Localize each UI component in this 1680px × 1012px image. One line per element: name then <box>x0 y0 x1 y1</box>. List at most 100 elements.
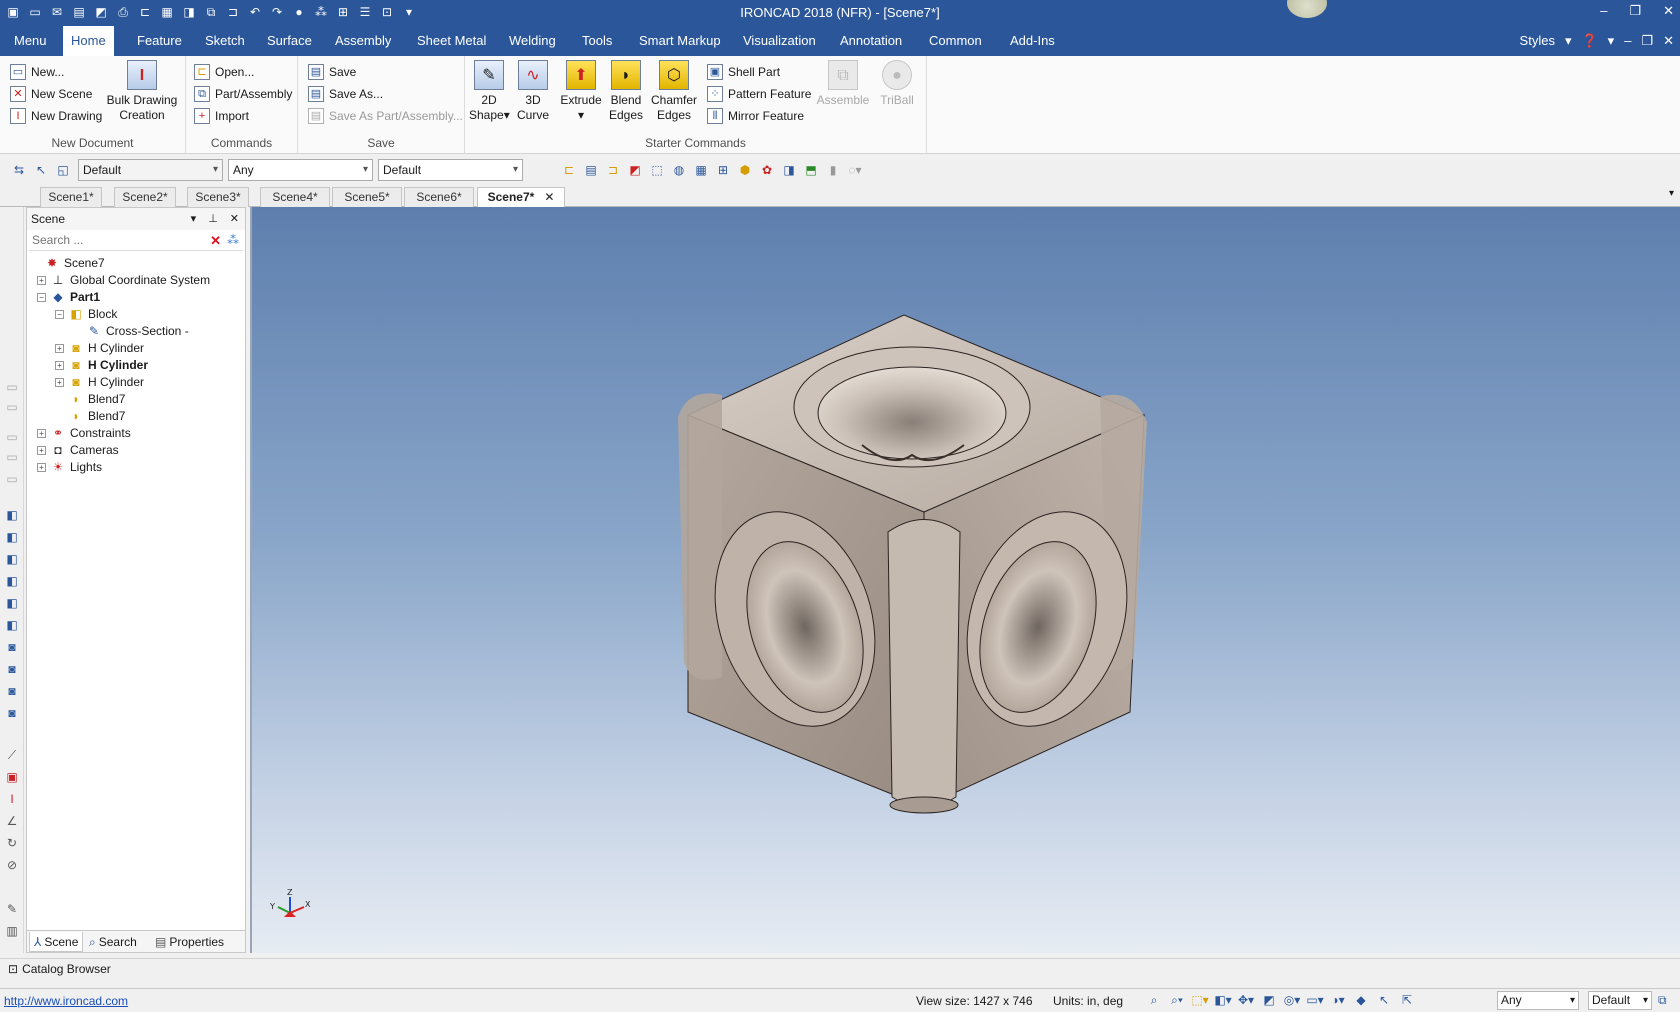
status-style-combo[interactable]: Default <box>1588 991 1652 1010</box>
lighting-icon[interactable]: ◑▾ <box>1330 992 1346 1008</box>
block-shape-icon[interactable]: ◧ <box>4 507 20 523</box>
tab-common[interactable]: Common <box>921 26 990 56</box>
zoom-icon[interactable]: ⌕▾ <box>1169 992 1185 1008</box>
pen-icon[interactable]: ✎ <box>4 901 20 917</box>
orbit-icon[interactable]: ⬚▾ <box>1191 992 1208 1008</box>
shaded-icon[interactable]: ◩ <box>1261 992 1277 1008</box>
dropdown-icon[interactable]: ▾ <box>1565 26 1572 56</box>
save-as-part-assembly-button[interactable]: ▤ Save As Part/Assembly... <box>308 106 463 126</box>
expand-icon[interactable]: + <box>55 360 64 370</box>
close-icon[interactable]: ✕ <box>1663 3 1674 19</box>
more-tools-icon[interactable]: ◌▾ <box>846 161 864 179</box>
selection-filter-combo[interactable]: Any <box>228 159 373 181</box>
cylinder-icon[interactable]: ▮ <box>824 161 842 179</box>
shell-part-button[interactable]: ▣ Shell Part <box>707 62 780 82</box>
pin-icon[interactable]: ⊥ <box>208 208 218 230</box>
blend-edges-button[interactable]: ◗ Blend Edges <box>606 60 646 123</box>
new-button[interactable]: ▭ New... <box>10 62 64 82</box>
extrude-button[interactable]: ⬆ Extrude ▾ <box>559 60 603 123</box>
block-shape-icon[interactable]: ◧ <box>4 595 20 611</box>
tab-scene-panel[interactable]: ⅄ Scene <box>29 932 84 952</box>
tab-assembly[interactable]: Assembly <box>327 26 399 56</box>
tab-scene7[interactable]: Scene7* ✕ <box>477 187 565 207</box>
clear-search-icon[interactable]: ✕ <box>210 233 221 249</box>
tab-properties-panel[interactable]: ▤ Properties <box>151 932 228 952</box>
styles-menu[interactable]: Styles <box>1520 26 1555 56</box>
collapse-icon[interactable]: − <box>55 309 64 319</box>
scene-search-input[interactable] <box>29 231 199 249</box>
mirror-feature-button[interactable]: ⫴ Mirror Feature <box>707 106 804 126</box>
tab-feature[interactable]: Feature <box>129 26 190 56</box>
color-icon[interactable]: ✿ <box>758 161 776 179</box>
rotate-icon[interactable]: ↻ <box>4 835 20 851</box>
tree-item-cameras[interactable]: + ◘ Cameras <box>37 441 119 459</box>
tab-scene6[interactable]: Scene6* <box>404 187 474 207</box>
panel-close-icon[interactable]: ✕ <box>230 208 239 230</box>
tree-item-block[interactable]: − ◧ Block <box>55 305 117 323</box>
block-shape-icon[interactable]: ◧ <box>4 551 20 567</box>
tree-item-h-cylinder[interactable]: + ◙ H Cylinder <box>55 339 144 357</box>
new-drawing-button[interactable]: I New Drawing <box>10 106 102 126</box>
search-options-icon[interactable]: ⁂ <box>227 233 239 247</box>
tab-scene3[interactable]: Scene3* <box>187 187 249 207</box>
tab-search-panel[interactable]: ⌕ Search <box>85 932 141 952</box>
catalog-icon[interactable]: ⬢ <box>736 161 754 179</box>
expand-icon[interactable]: + <box>37 275 46 285</box>
drawing-view-icon[interactable]: I <box>4 791 20 807</box>
tab-sketch[interactable]: Sketch <box>197 26 253 56</box>
tool-icon-4[interactable]: ▭ <box>4 449 20 465</box>
tab-scene5[interactable]: Scene5* <box>332 187 402 207</box>
tab-scene1[interactable]: Scene1* <box>40 187 102 207</box>
open-button[interactable]: ⊏ Open... <box>194 62 254 82</box>
status-filter-combo[interactable]: Any <box>1497 991 1579 1010</box>
window-icon[interactable]: ▦ <box>692 161 710 179</box>
tool-icon-3[interactable]: ▭ <box>4 429 20 445</box>
angle-icon[interactable]: ∠ <box>4 813 20 829</box>
tool-icon-5[interactable]: ▭ <box>4 471 20 487</box>
zoom-fit-icon[interactable]: ⌕ <box>1146 992 1162 1008</box>
drawing-icon[interactable]: ◩ <box>626 161 644 179</box>
tab-scene2[interactable]: Scene2* <box>114 187 176 207</box>
cylinder-shape-icon[interactable]: ◙ <box>4 683 20 699</box>
save-icon[interactable]: ▤ <box>582 161 600 179</box>
tab-welding[interactable]: Welding <box>501 26 564 56</box>
network-icon[interactable]: ⧉ <box>1658 993 1667 1008</box>
help-icon[interactable]: ❓ <box>1581 26 1597 56</box>
import-button[interactable]: + Import <box>194 106 249 126</box>
cylinder-shape-icon[interactable]: ◙ <box>4 661 20 677</box>
part-icon[interactable]: ◨ <box>780 161 798 179</box>
cylinder-shape-icon[interactable]: ◙ <box>4 639 20 655</box>
pointer-icon[interactable]: ↖ <box>1376 992 1392 1008</box>
tab-scene4[interactable]: Scene4* <box>260 187 330 207</box>
3d-viewport[interactable]: Z Y X <box>250 207 1680 953</box>
expand-icon[interactable]: + <box>55 343 64 353</box>
save-as-button[interactable]: ▤ Save As... <box>308 84 383 104</box>
table-icon[interactable]: ⊞ <box>714 161 732 179</box>
block-shape-icon[interactable]: ◧ <box>4 617 20 633</box>
select-filter-icon[interactable]: ◱ <box>54 161 72 179</box>
folder-icon[interactable]: ⊐ <box>604 161 622 179</box>
tree-item-lights[interactable]: + ☀ Lights <box>37 458 102 476</box>
export-icon[interactable]: ⬒ <box>802 161 820 179</box>
tab-menu[interactable]: Menu <box>6 26 55 56</box>
tree-item-cross-section[interactable]: ✎ Cross-Section - <box>73 322 189 340</box>
tab-sheet-metal[interactable]: Sheet Metal <box>409 26 494 56</box>
section-icon[interactable]: ▣ <box>4 769 20 785</box>
pattern-feature-button[interactable]: ⁘ Pattern Feature <box>707 84 811 104</box>
tab-add-ins[interactable]: Add-Ins <box>1002 26 1063 56</box>
tool-icon-2[interactable]: ▭ <box>4 399 20 415</box>
ribbon-close-icon[interactable]: ✕ <box>1663 26 1674 56</box>
pointer-filter-icon[interactable]: ⇱ <box>1399 992 1415 1008</box>
tree-item-blend7[interactable]: ◗ Blend7 <box>55 390 125 408</box>
save-button[interactable]: ▤ Save <box>308 62 356 82</box>
tree-item-blend7[interactable]: ◗ Blend7 <box>55 407 125 425</box>
catalog-browser-bar[interactable]: ⊡ Catalog Browser <box>0 958 1680 978</box>
assemble-button[interactable]: ⧉ Assemble <box>813 60 873 108</box>
tabs-dropdown-icon[interactable]: ▾ <box>1669 188 1674 199</box>
scroll-handle-icon[interactable]: ▥ <box>4 923 20 939</box>
open-folder-icon[interactable]: ⊏ <box>560 161 578 179</box>
triball-button[interactable]: ● TriBall <box>875 60 919 108</box>
panel-dropdown-icon[interactable]: ▾ <box>191 208 197 230</box>
collapse-icon[interactable]: − <box>37 292 46 302</box>
tab-home[interactable]: Home <box>63 26 114 56</box>
